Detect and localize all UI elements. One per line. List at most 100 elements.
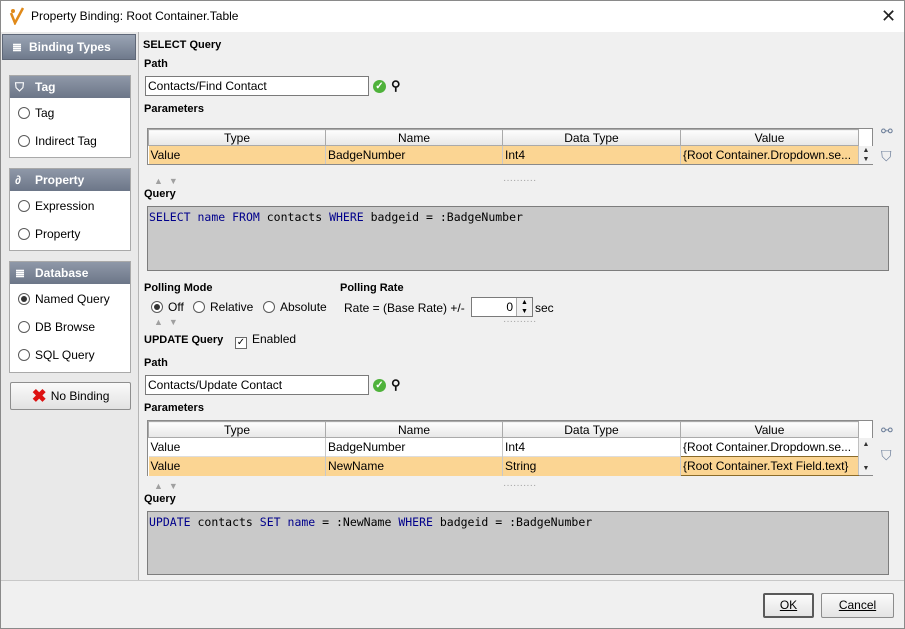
update-parameters-label: Parameters bbox=[144, 402, 204, 414]
sql-keyword: WHERE bbox=[329, 210, 364, 224]
tag-group-header[interactable]: ⛉ Tag bbox=[10, 76, 130, 98]
polling-off-option[interactable]: Off bbox=[151, 300, 184, 314]
polling-absolute-option[interactable]: Absolute bbox=[263, 300, 327, 314]
row-move-arrows[interactable]: ▲▼ bbox=[154, 481, 184, 491]
cell-type[interactable]: Value bbox=[148, 456, 326, 476]
cell-data-type[interactable]: String bbox=[502, 456, 681, 476]
sql-text: = :NewName bbox=[315, 515, 399, 529]
cell-name[interactable]: BadgeNumber bbox=[325, 437, 503, 457]
ok-button[interactable]: OK bbox=[763, 593, 814, 618]
select-query-label: Query bbox=[144, 188, 176, 200]
table-row[interactable]: Value NewName String {Root Container.Tex… bbox=[148, 456, 859, 476]
update-path-input[interactable]: Contacts/Update Contact bbox=[145, 375, 369, 395]
column-header-type[interactable]: Type bbox=[148, 421, 326, 438]
radio-button[interactable] bbox=[18, 107, 30, 119]
search-icon[interactable]: ⚲ bbox=[391, 377, 401, 393]
link-icon[interactable]: ⚯ bbox=[881, 422, 893, 439]
scroll-down-icon[interactable]: ▼ bbox=[859, 464, 873, 473]
checkbox-checked-icon[interactable]: ✓ bbox=[235, 337, 247, 349]
radio-named-query[interactable]: Named Query bbox=[18, 290, 110, 308]
polling-relative-option[interactable]: Relative bbox=[193, 300, 253, 314]
radio-label: DB Browse bbox=[35, 320, 96, 334]
radio-button[interactable] bbox=[18, 321, 30, 333]
rate-value[interactable]: 0 bbox=[506, 300, 513, 314]
cell-name[interactable]: BadgeNumber bbox=[325, 145, 503, 164]
polling-rate-spinner[interactable]: 0 ▲ ▼ bbox=[471, 297, 533, 317]
cancel-button[interactable]: Cancel bbox=[821, 593, 894, 618]
column-header-name[interactable]: Name bbox=[325, 421, 503, 438]
table-row[interactable]: Value BadgeNumber Int4 {Root Container.D… bbox=[148, 145, 859, 164]
radio-button[interactable] bbox=[18, 135, 30, 147]
cell-data-type[interactable]: Int4 bbox=[502, 437, 681, 457]
link-icon[interactable]: ⚯ bbox=[881, 123, 893, 140]
close-icon[interactable]: ✕ bbox=[873, 1, 904, 32]
radio-label: SQL Query bbox=[35, 348, 95, 362]
column-header-data-type[interactable]: Data Type bbox=[502, 421, 681, 438]
radio-button-selected[interactable] bbox=[18, 293, 30, 305]
update-enabled-checkbox[interactable]: ✓ Enabled bbox=[235, 332, 296, 349]
radio-button[interactable] bbox=[18, 228, 30, 240]
radio-button-selected[interactable] bbox=[151, 301, 163, 313]
radio-button[interactable] bbox=[18, 349, 30, 361]
sql-text: contacts bbox=[259, 210, 330, 224]
database-group-header[interactable]: ≣ Database bbox=[10, 262, 130, 284]
sql-keyword: WHERE bbox=[398, 515, 433, 529]
column-header-value[interactable]: Value bbox=[680, 421, 859, 438]
vertical-scrollbar[interactable]: ▲ ▼ bbox=[858, 438, 873, 475]
cell-type[interactable]: Value bbox=[148, 145, 326, 164]
splitter-handle[interactable]: ·········· bbox=[503, 316, 536, 327]
radio-button[interactable] bbox=[193, 301, 205, 313]
cell-name[interactable]: NewName bbox=[325, 456, 503, 476]
property-group-header[interactable]: ∂ Property bbox=[10, 169, 130, 191]
radio-tag[interactable]: Tag bbox=[18, 104, 54, 122]
table-row[interactable]: Value BadgeNumber Int4 {Root Container.D… bbox=[148, 437, 859, 457]
radio-label: Expression bbox=[35, 199, 95, 213]
column-header-value[interactable]: Value bbox=[680, 129, 859, 146]
rate-unit: sec bbox=[535, 301, 554, 315]
update-query-editor[interactable]: UPDATE contacts SET name = :NewName WHER… bbox=[147, 511, 889, 575]
binding-types-header: ≣ Binding Types bbox=[2, 34, 136, 60]
no-binding-button[interactable]: ✖ No Binding bbox=[10, 382, 131, 410]
cell-data-type[interactable]: Int4 bbox=[502, 145, 681, 164]
splitter-handle[interactable]: ·········· bbox=[503, 175, 536, 186]
red-x-icon: ✖ bbox=[31, 386, 47, 406]
splitter-handle[interactable]: ·········· bbox=[503, 480, 536, 491]
tag-icon[interactable]: ⛉ bbox=[881, 447, 892, 464]
update-query-label: Query bbox=[144, 493, 176, 505]
column-header-type[interactable]: Type bbox=[148, 129, 326, 146]
tag-icon[interactable]: ⛉ bbox=[881, 148, 892, 165]
radio-label: Named Query bbox=[35, 292, 110, 306]
radio-button[interactable] bbox=[263, 301, 275, 313]
radio-db-browse[interactable]: DB Browse bbox=[18, 318, 95, 336]
sql-keyword: name bbox=[197, 210, 226, 224]
select-parameters-table: Type Name Data Type Value Value BadgeNum… bbox=[147, 128, 873, 165]
scroll-up-icon[interactable]: ▲ bbox=[859, 146, 873, 155]
column-header-data-type[interactable]: Data Type bbox=[502, 129, 681, 146]
check-icon: ✓ bbox=[373, 379, 386, 392]
no-binding-label: No Binding bbox=[50, 389, 110, 403]
radio-sql-query[interactable]: SQL Query bbox=[18, 346, 95, 364]
cell-value[interactable]: {Root Container.Dropdown.se... bbox=[680, 145, 859, 164]
sql-text: contacts bbox=[190, 515, 260, 529]
cell-value[interactable]: {Root Container.Text Field.text} bbox=[680, 456, 859, 476]
collapse-arrows[interactable]: ▲▼ bbox=[154, 317, 184, 327]
radio-button[interactable] bbox=[18, 200, 30, 212]
radio-label: Absolute bbox=[280, 300, 327, 314]
radio-label: Tag bbox=[35, 106, 55, 120]
select-parameters-label: Parameters bbox=[144, 103, 204, 115]
search-icon[interactable]: ⚲ bbox=[391, 78, 401, 94]
radio-indirect-tag[interactable]: Indirect Tag bbox=[18, 132, 97, 150]
column-header-name[interactable]: Name bbox=[325, 129, 503, 146]
select-query-editor[interactable]: SELECT name FROM contacts WHERE badgeid … bbox=[147, 206, 889, 271]
scroll-up-icon[interactable]: ▲ bbox=[859, 440, 873, 449]
cell-type[interactable]: Value bbox=[148, 437, 326, 457]
row-move-arrows[interactable]: ▲▼ bbox=[154, 176, 184, 186]
scroll-down-icon[interactable]: ▼ bbox=[859, 155, 873, 164]
vertical-scrollbar[interactable]: ▲ ▼ bbox=[858, 146, 873, 164]
cell-value[interactable]: {Root Container.Dropdown.se... bbox=[680, 437, 859, 457]
radio-expression[interactable]: Expression bbox=[18, 197, 94, 215]
radio-property[interactable]: Property bbox=[18, 225, 80, 243]
select-path-input[interactable]: Contacts/Find Contact bbox=[145, 76, 369, 96]
ok-label: OK bbox=[779, 598, 798, 612]
spinner-arrows-icon[interactable]: ▲ ▼ bbox=[516, 298, 532, 316]
